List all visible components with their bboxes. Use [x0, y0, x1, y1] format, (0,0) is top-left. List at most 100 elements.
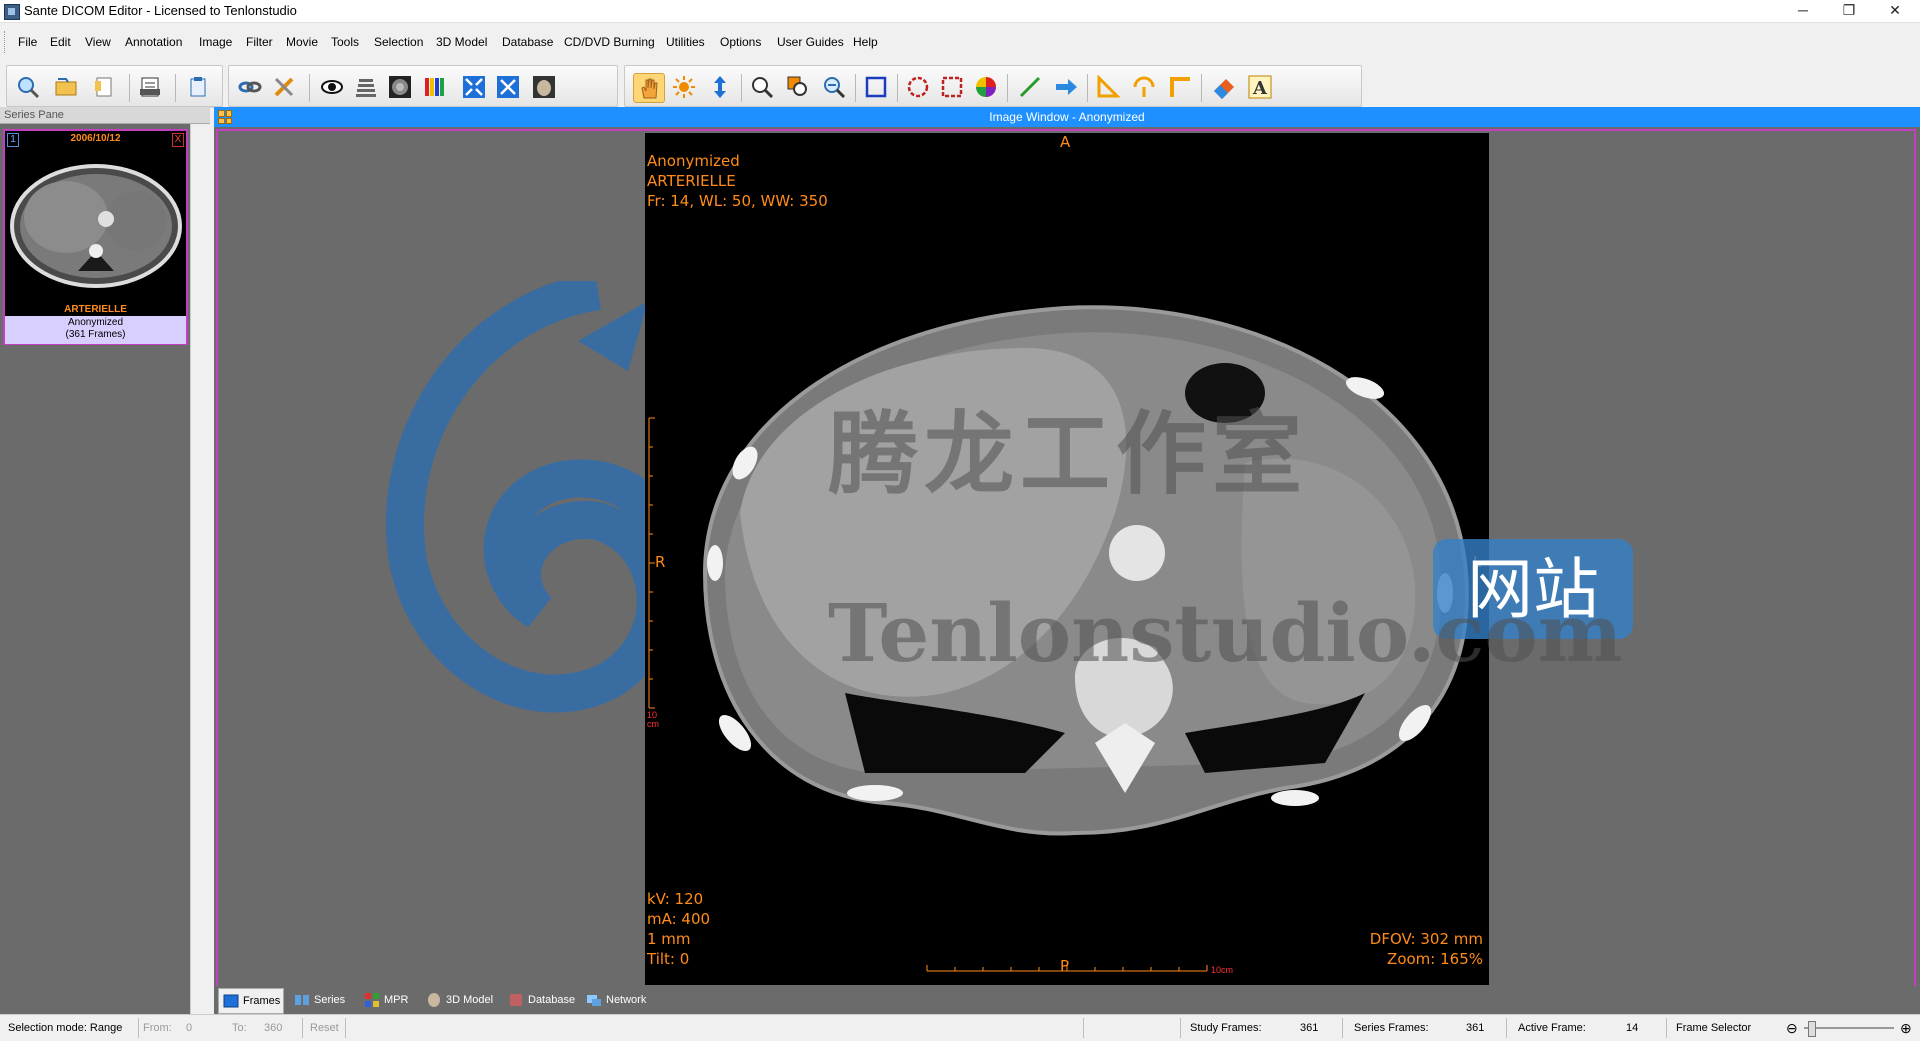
- menu-bar: File Edit View Annotation Image Filter M…: [0, 23, 1920, 61]
- menu-file[interactable]: File: [16, 35, 39, 49]
- stack-icon[interactable]: [351, 73, 381, 101]
- hand-pan-icon[interactable]: [633, 73, 665, 103]
- menu-utilities[interactable]: Utilities: [664, 35, 707, 49]
- series-frames-label: Series Frames:: [1354, 1022, 1429, 1034]
- series-pane-scrollbar[interactable]: [190, 124, 211, 1014]
- app-icon: [4, 4, 20, 20]
- text-annotation-icon[interactable]: A: [1245, 73, 1275, 101]
- zoom-out-icon[interactable]: [819, 73, 849, 101]
- reset-button[interactable]: Reset: [310, 1019, 339, 1037]
- menu-help[interactable]: Help: [851, 35, 880, 49]
- tab-mpr[interactable]: MPR: [360, 988, 424, 1012]
- brightness-icon[interactable]: [669, 73, 699, 101]
- restore-button[interactable]: ❐: [1826, 0, 1872, 22]
- tab-frames[interactable]: Frames: [218, 988, 284, 1014]
- tab-3d-model[interactable]: 3D Model: [422, 988, 506, 1012]
- menu-image[interactable]: Image: [197, 35, 234, 49]
- fit-screen-icon[interactable]: [493, 73, 523, 101]
- thumbnail-series-label: ARTERIELLE: [64, 304, 127, 315]
- menu-user-guides[interactable]: User Guides: [775, 35, 846, 49]
- angle-icon[interactable]: [1093, 73, 1123, 101]
- series-icon: [295, 995, 309, 1005]
- zoom-search-icon[interactable]: [13, 73, 43, 101]
- overlay-kv: kV: 120: [647, 890, 704, 908]
- circle-roi-icon[interactable]: [903, 73, 933, 101]
- menu-annotation[interactable]: Annotation: [123, 35, 184, 49]
- overlay-zoom: Zoom: 165%: [1387, 950, 1483, 968]
- frame-slider-thumb[interactable]: [1808, 1021, 1816, 1037]
- scroll-arrows-icon[interactable]: [705, 73, 735, 101]
- tab-mpr-label: MPR: [384, 994, 409, 1006]
- study-frames-value: 361: [1300, 1022, 1319, 1034]
- 3d-model-icon: [428, 993, 440, 1007]
- tab-series-label: Series: [314, 994, 346, 1006]
- tab-database[interactable]: Database: [504, 988, 588, 1012]
- color-palette-icon[interactable]: [419, 73, 449, 101]
- clipboard-icon[interactable]: [183, 73, 213, 101]
- print-preview-icon[interactable]: [135, 73, 165, 101]
- window-title: Sante DICOM Editor - Licensed to Tenlons…: [24, 3, 297, 18]
- orientation-top: A: [1060, 133, 1071, 151]
- series-pane: Series Pane 1 X 2006/10/12 ARTERIELLE An…: [0, 107, 211, 1014]
- scale-label-vertical: 10 cm: [647, 710, 659, 729]
- to-label: To:: [232, 1022, 247, 1034]
- overlay-slice-thickness: 1 mm: [647, 930, 691, 948]
- zoom-region-icon[interactable]: [783, 73, 813, 101]
- mri-head-icon[interactable]: [385, 73, 415, 101]
- thumbnail-frames: (361 Frames): [65, 329, 126, 340]
- database-icon: [510, 994, 522, 1006]
- ruler-line-icon[interactable]: [1015, 73, 1045, 101]
- menu-options[interactable]: Options: [718, 35, 763, 49]
- color-wheel-icon[interactable]: [971, 73, 1001, 101]
- overlay-series: ARTERIELLE: [647, 172, 736, 190]
- from-value[interactable]: 0: [186, 1019, 192, 1037]
- menu-cd-dvd-burning[interactable]: CD/DVD Burning: [562, 35, 657, 49]
- open-folder-icon[interactable]: [51, 73, 81, 101]
- eraser-icon[interactable]: [1209, 73, 1239, 101]
- orientation-left: R: [655, 553, 666, 571]
- svg-text:A: A: [1252, 78, 1268, 99]
- menu-filter[interactable]: Filter: [244, 35, 275, 49]
- open-angle-icon[interactable]: [1165, 73, 1195, 101]
- overlay-top-left: Anonymized ARTERIELLE Fr: 14, WL: 50, WW…: [647, 151, 828, 211]
- menu-database[interactable]: Database: [500, 35, 555, 49]
- menu-movie[interactable]: Movie: [284, 35, 320, 49]
- frames-icon: [223, 994, 239, 1008]
- to-value[interactable]: 360: [264, 1019, 282, 1037]
- arrow-icon[interactable]: [1051, 73, 1081, 101]
- scout-icon[interactable]: [529, 73, 559, 101]
- series-thumbnail[interactable]: 1 X 2006/10/12 ARTERIELLE Anonymized (36…: [3, 129, 188, 345]
- image-window-title: Image Window - Anonymized: [989, 110, 1145, 124]
- magnifier-icon[interactable]: [747, 73, 777, 101]
- tab-series[interactable]: Series: [290, 988, 364, 1012]
- minimize-button[interactable]: ─: [1780, 0, 1826, 22]
- menu-3d-model[interactable]: 3D Model: [434, 35, 489, 49]
- eye-icon[interactable]: [317, 73, 347, 101]
- menu-edit[interactable]: Edit: [48, 35, 73, 49]
- network-icon: [587, 995, 601, 1006]
- zoom-out-status-icon[interactable]: ⊖: [1786, 1019, 1798, 1037]
- tools-icon[interactable]: [269, 73, 299, 101]
- dicom-viewport[interactable]: Anonymized ARTERIELLE Fr: 14, WL: 50, WW…: [645, 133, 1489, 985]
- document-icon[interactable]: [89, 73, 119, 101]
- menu-selection[interactable]: Selection: [372, 35, 425, 49]
- link-icon[interactable]: [235, 73, 265, 101]
- zoom-in-status-icon[interactable]: ⊕: [1900, 1019, 1912, 1037]
- layout-grid-icon[interactable]: [218, 110, 232, 124]
- rectangle-icon[interactable]: [861, 73, 891, 101]
- overlay-bottom-right: DFOV: 302 mm Zoom: 165%: [1370, 929, 1483, 969]
- rect-roi-icon[interactable]: [937, 73, 967, 101]
- menu-tools[interactable]: Tools: [329, 35, 361, 49]
- fit-window-icon[interactable]: [459, 73, 489, 101]
- close-button[interactable]: ✕: [1872, 0, 1918, 22]
- tab-network[interactable]: Network: [582, 988, 666, 1012]
- image-viewport-frame: Anonymized ARTERIELLE Fr: 14, WL: 50, WW…: [216, 129, 1916, 989]
- series-frames-value: 361: [1466, 1022, 1485, 1034]
- toolbar-group-image: [228, 65, 618, 107]
- series-pane-header: Series Pane: [0, 107, 210, 124]
- frame-slider-track[interactable]: [1804, 1027, 1894, 1029]
- image-window-titlebar: Image Window - Anonymized: [214, 107, 1920, 127]
- cobb-angle-icon[interactable]: [1129, 73, 1159, 101]
- mpr-icon: [365, 993, 379, 1007]
- menu-view[interactable]: View: [83, 35, 113, 49]
